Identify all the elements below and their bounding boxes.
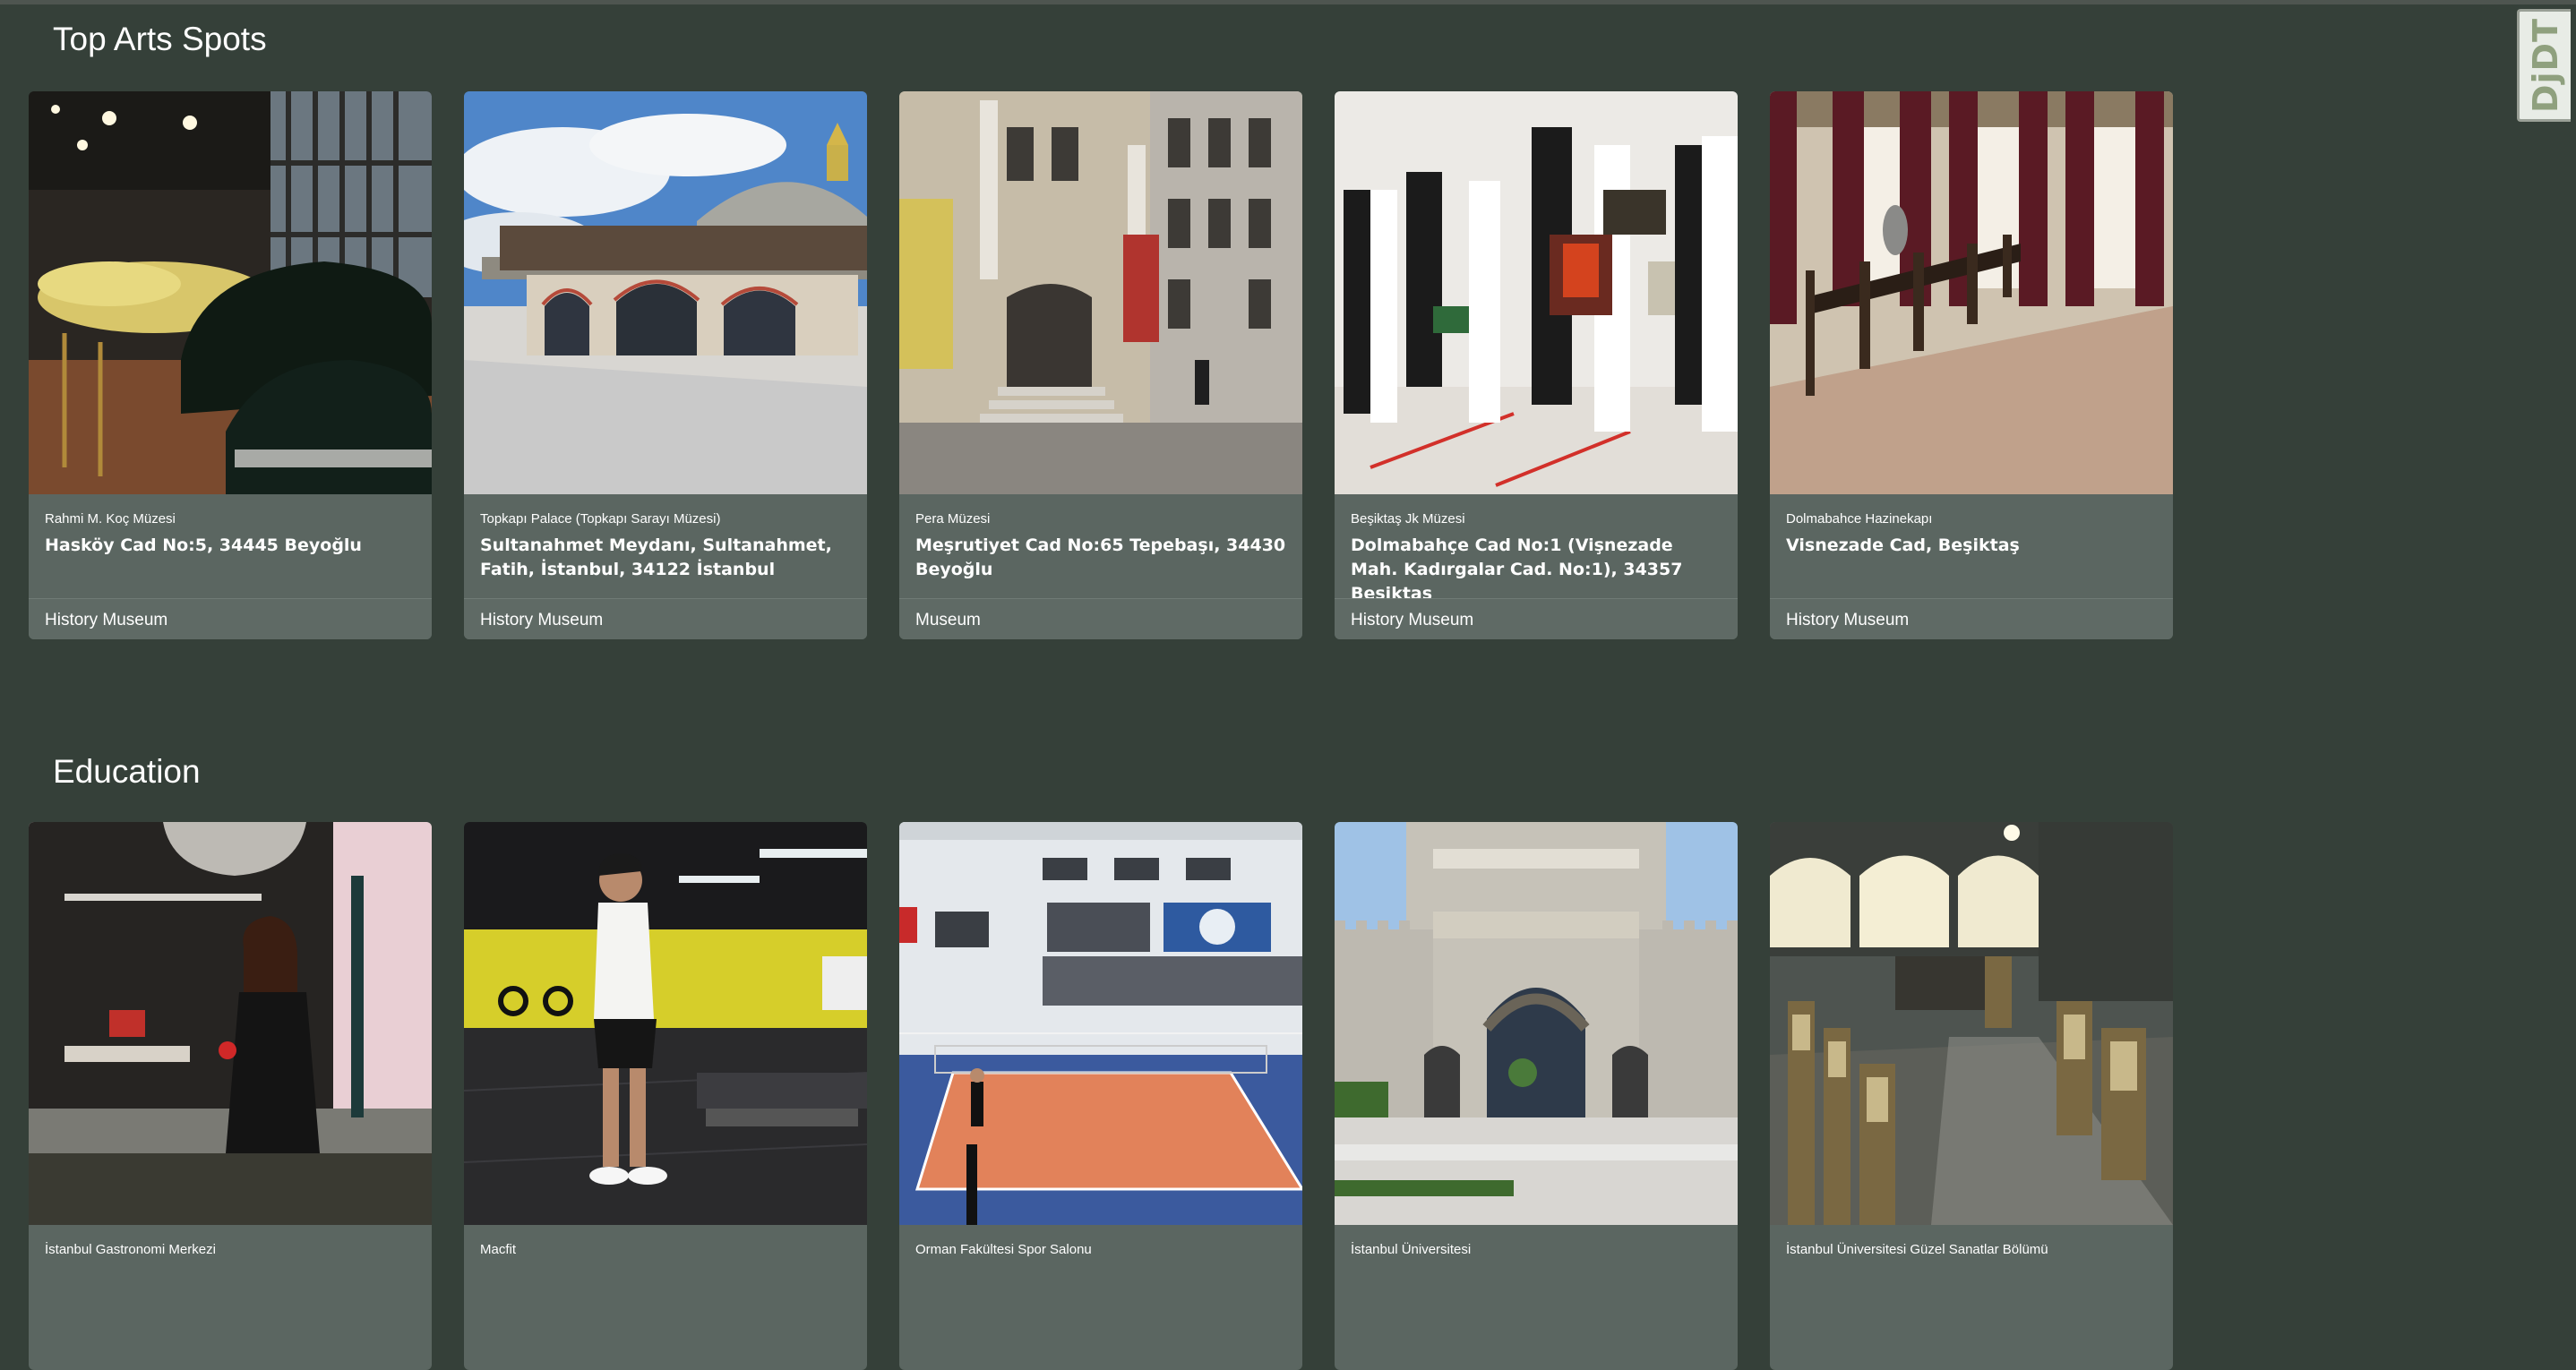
card-body: Topkapı Palace (Topkapı Sarayı Müzesi) S…: [464, 494, 867, 639]
place-name: İstanbul Üniversitesi Güzel Sanatlar Böl…: [1786, 1242, 2048, 1257]
card-footer: History Museum: [29, 598, 432, 639]
card-footer: Museum: [899, 598, 1302, 639]
card-footer: History Museum: [1335, 598, 1738, 639]
card-body: Macfit: [464, 1225, 867, 1329]
place-card[interactable]: Orman Fakültesi Spor Salonu: [899, 822, 1302, 1370]
place-name: Rahmi M. Koç Müzesi: [45, 511, 176, 527]
debug-toolbar-handle[interactable]: DjDT: [2517, 9, 2571, 122]
place-category: Museum: [915, 611, 981, 629]
place-photo: [1770, 822, 2173, 1225]
place-card[interactable]: İstanbul Gastronomi Merkezi: [29, 822, 432, 1370]
place-name: Topkapı Palace (Topkapı Sarayı Müzesi): [480, 511, 721, 527]
place-photo: [899, 822, 1302, 1225]
card-body: İstanbul Gastronomi Merkezi: [29, 1225, 432, 1329]
section-title: Top Arts Spots: [53, 21, 267, 57]
place-name: İstanbul Gastronomi Merkezi: [45, 1242, 216, 1257]
place-category: History Museum: [1786, 611, 1910, 629]
place-name: Pera Müzesi: [915, 511, 991, 527]
place-photo: [29, 822, 432, 1225]
place-card[interactable]: İstanbul Üniversitesi: [1335, 822, 1738, 1370]
place-category: History Museum: [45, 611, 168, 629]
card-body: Beşiktaş Jk Müzesi Dolmabahçe Cad No:1 (…: [1335, 494, 1738, 639]
card-footer: History Museum: [1770, 598, 2173, 639]
place-address: Dolmabahçe Cad No:1 (Vişnezade Mah. Kadı…: [1351, 535, 1683, 604]
place-name: İstanbul Üniversitesi: [1351, 1242, 1472, 1257]
place-category: History Museum: [480, 611, 604, 629]
place-address: Visnezade Cad, Beşiktaş: [1786, 535, 2020, 555]
card-body: Rahmi M. Koç Müzesi Hasköy Cad No:5, 344…: [29, 494, 432, 639]
place-photo: [899, 91, 1302, 494]
place-address: Sultanahmet Meydanı, Sultanahmet, Fatih,…: [480, 535, 832, 579]
place-card[interactable]: Pera Müzesi Meşrutiyet Cad No:65 Tepebaş…: [899, 91, 1302, 639]
window-top-border: [0, 0, 2576, 4]
place-card[interactable]: Rahmi M. Koç Müzesi Hasköy Cad No:5, 344…: [29, 91, 432, 639]
card-body: İstanbul Üniversitesi Güzel Sanatlar Böl…: [1770, 1225, 2173, 1329]
place-photo: [1335, 822, 1738, 1225]
debug-toolbar-label: DjDT: [2525, 17, 2565, 114]
card-body: Pera Müzesi Meşrutiyet Cad No:65 Tepebaş…: [899, 494, 1302, 639]
place-photo: [464, 91, 867, 494]
card-body: Dolmabahce Hazinekapı Visnezade Cad, Beş…: [1770, 494, 2173, 639]
place-photo: [29, 91, 432, 494]
place-card[interactable]: Topkapı Palace (Topkapı Sarayı Müzesi) S…: [464, 91, 867, 639]
section-title: Education: [53, 753, 201, 790]
place-card[interactable]: Beşiktaş Jk Müzesi Dolmabahçe Cad No:1 (…: [1335, 91, 1738, 639]
place-card[interactable]: Dolmabahce Hazinekapı Visnezade Cad, Beş…: [1770, 91, 2173, 639]
place-name: Dolmabahce Hazinekapı: [1786, 511, 1933, 527]
place-card[interactable]: İstanbul Üniversitesi Güzel Sanatlar Böl…: [1770, 822, 2173, 1370]
place-name: Beşiktaş Jk Müzesi: [1351, 511, 1465, 527]
place-name: Macfit: [480, 1242, 517, 1257]
card-footer: History Museum: [464, 598, 867, 639]
place-photo: [1770, 91, 2173, 494]
place-photo: [464, 822, 867, 1225]
card-body: İstanbul Üniversitesi: [1335, 1225, 1738, 1329]
place-name: Orman Fakültesi Spor Salonu: [915, 1242, 1092, 1257]
place-category: History Museum: [1351, 611, 1474, 629]
place-address: Hasköy Cad No:5, 34445 Beyoğlu: [45, 535, 362, 555]
place-card[interactable]: Macfit: [464, 822, 867, 1370]
place-photo: [1335, 91, 1738, 494]
card-body: Orman Fakültesi Spor Salonu: [899, 1225, 1302, 1329]
place-address: Meşrutiyet Cad No:65 Tepebaşı, 34430 Bey…: [915, 535, 1286, 579]
